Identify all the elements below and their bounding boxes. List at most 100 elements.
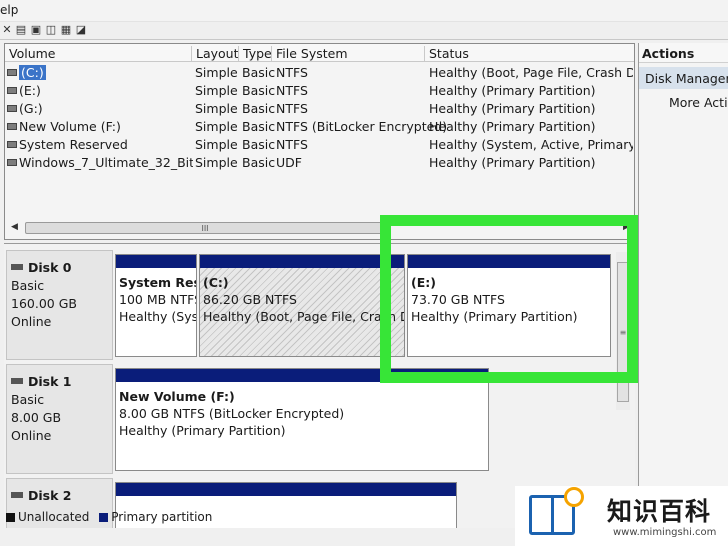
action-more-actions[interactable]: More Actio [669, 95, 728, 110]
volume-row[interactable]: System Reserved Simple Basic NTFS Health… [5, 136, 634, 154]
menu-bar: elp [0, 0, 728, 22]
watermark: 知识百科 www.mimingshi.com [515, 486, 728, 546]
drive-icon [7, 69, 17, 76]
drive-icon [7, 87, 17, 94]
volume-fs: NTFS (BitLocker Encrypted) [276, 119, 448, 134]
view-icon[interactable]: ◪ [75, 24, 87, 36]
menu-help[interactable]: elp [0, 3, 18, 17]
disk-type: Basic [11, 278, 45, 293]
col-layout[interactable]: Layout [191, 46, 239, 62]
help-icon[interactable]: ▦ [60, 24, 72, 36]
legend-unallocated: Unallocated [18, 510, 90, 524]
highlight-box [380, 215, 638, 383]
volume-row[interactable]: New Volume (F:) Simple Basic NTFS (BitLo… [5, 118, 634, 136]
disk-icon [11, 492, 23, 498]
volume-name: New Volume (F:) [19, 119, 121, 134]
actions-header: Actions [639, 43, 728, 63]
partition-title: New Volume (F:) [119, 389, 235, 404]
volume-status: Healthy (System, Active, Primary Parti [429, 137, 633, 152]
partition-size: 8.00 GB NTFS (BitLocker Encrypted) [119, 406, 345, 421]
disk-type: Basic [11, 392, 45, 407]
toolbar: ✕ ▤ ▣ ◫ ▦ ◪ [0, 22, 728, 40]
partition-c[interactable]: (C:) 86.20 GB NTFS Healthy (Boot, Page F… [199, 254, 405, 357]
volume-name: (C:) [19, 65, 46, 80]
disk-icon [11, 378, 23, 384]
partition-size: 86.20 GB NTFS [203, 292, 297, 307]
volume-row[interactable]: (C:) Simple Basic NTFS Healthy (Boot, Pa… [5, 64, 634, 82]
disk-state: Online [11, 428, 52, 443]
legend: Unallocated Primary partition [4, 510, 514, 528]
disk-state: Online [11, 314, 52, 329]
close-icon[interactable]: ✕ [1, 24, 13, 36]
volume-type: Basic [242, 137, 276, 152]
partition-status: Healthy (Syste [119, 309, 196, 324]
disk-name: Disk 1 [28, 374, 72, 389]
col-volume[interactable]: Volume [5, 46, 56, 62]
volume-type: Basic [242, 83, 276, 98]
col-status[interactable]: Status [424, 46, 469, 62]
col-file-system[interactable]: File System [271, 46, 348, 62]
partition-status: Healthy (Primary Partition) [119, 423, 286, 438]
volume-layout: Simple [195, 119, 238, 134]
volume-list: Volume Layout Type File System Status (C… [4, 43, 635, 240]
volume-name: Windows_7_Ultimate_32_Bit (D:) [19, 155, 193, 170]
partition-title: (C:) [203, 275, 229, 290]
volume-fs: NTFS [276, 101, 308, 116]
volume-type: Basic [242, 101, 276, 116]
lightbulb-icon [564, 487, 584, 507]
drive-icon [7, 159, 17, 166]
actions-pane: Actions Disk Managem More Actio [638, 43, 728, 546]
volume-fs: UDF [276, 155, 302, 170]
properties-icon[interactable]: ▤ [15, 24, 27, 36]
disk-name: Disk 2 [28, 488, 72, 503]
volume-row[interactable]: Windows_7_Ultimate_32_Bit (D:) Simple Ba… [5, 154, 634, 172]
disk-1-info[interactable]: Disk 1 Basic 8.00 GB Online [6, 364, 113, 474]
volume-status: Healthy (Primary Partition) [429, 155, 596, 170]
unallocated-swatch [6, 513, 15, 522]
legend-primary: Primary partition [111, 510, 213, 524]
partition-title: System Rese [119, 275, 196, 290]
action-disk-management[interactable]: Disk Managem [639, 67, 728, 89]
volume-type: Basic [242, 155, 276, 170]
volume-fs: NTFS [276, 137, 308, 152]
watermark-url: www.mimingshi.com [613, 527, 717, 538]
partition-system-reserved[interactable]: System Rese 100 MB NTFS Healthy (Syste [115, 254, 197, 357]
volume-layout: Simple [195, 65, 238, 80]
volume-row[interactable]: (G:) Simple Basic NTFS Healthy (Primary … [5, 100, 634, 118]
volume-status: Healthy (Primary Partition) [429, 119, 596, 134]
col-type[interactable]: Type [238, 46, 272, 62]
volume-name: (E:) [19, 83, 41, 98]
partition-status: Healthy (Boot, Page File, Crash Dum [203, 309, 404, 324]
primary-swatch [99, 513, 109, 522]
volume-status: Healthy (Primary Partition) [429, 83, 596, 98]
volume-type: Basic [242, 65, 276, 80]
watermark-title: 知识百科 [607, 497, 712, 526]
volume-status: Healthy (Primary Partition) [429, 101, 596, 116]
disk-size: 160.00 GB [11, 296, 77, 311]
open-icon[interactable]: ▣ [30, 24, 42, 36]
volume-name: (G:) [19, 101, 43, 116]
volume-fs: NTFS [276, 65, 308, 80]
disk-name: Disk 0 [28, 260, 72, 275]
drive-icon [7, 141, 17, 148]
partition-f[interactable]: New Volume (F:) 8.00 GB NTFS (BitLocker … [115, 368, 489, 471]
volume-layout: Simple [195, 137, 238, 152]
volume-layout: Simple [195, 83, 238, 98]
disk-icon [11, 264, 23, 270]
volume-name: System Reserved [19, 137, 128, 152]
scroll-left-icon[interactable]: ◀ [11, 222, 18, 232]
refresh-icon[interactable]: ◫ [45, 24, 57, 36]
volume-layout: Simple [195, 101, 238, 116]
disk-size: 8.00 GB [11, 410, 62, 425]
scroll-thumb[interactable]: III [25, 222, 385, 234]
volume-status: Healthy (Boot, Page File, Crash Dump [429, 65, 633, 80]
volume-list-header: Volume Layout Type File System Status [5, 44, 634, 62]
partition-size: 100 MB NTFS [119, 292, 197, 307]
volume-row[interactable]: (E:) Simple Basic NTFS Healthy (Primary … [5, 82, 634, 100]
drive-icon [7, 105, 17, 112]
disk-0-info[interactable]: Disk 0 Basic 160.00 GB Online [6, 250, 113, 360]
drive-icon [7, 123, 17, 130]
volume-type: Basic [242, 119, 276, 134]
volume-layout: Simple [195, 155, 238, 170]
volume-fs: NTFS [276, 83, 308, 98]
